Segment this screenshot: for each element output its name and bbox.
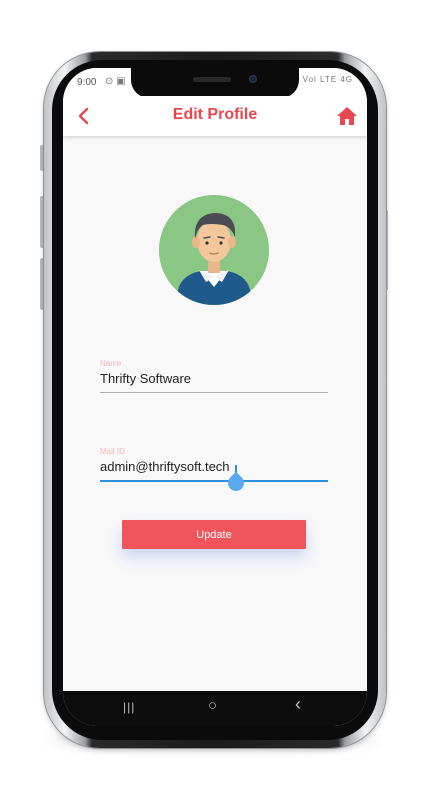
- home-icon: [337, 107, 357, 125]
- system-navigation-bar: ||| ○ ‹: [63, 691, 367, 726]
- alarm-icon: ⊙: [105, 76, 114, 87]
- mail-underline: [100, 480, 328, 482]
- mail-label: Mail ID: [100, 447, 125, 456]
- name-field: Name: [100, 359, 328, 393]
- page-title: Edit Profile: [172, 106, 258, 123]
- status-network-text: Vol LTE 4G: [302, 75, 353, 84]
- system-back-button[interactable]: ‹: [295, 694, 301, 715]
- app-bar: Edit Profile: [63, 96, 367, 136]
- camera-notch: [131, 68, 299, 98]
- recents-button[interactable]: |||: [123, 700, 135, 714]
- name-input[interactable]: [100, 369, 328, 392]
- avatar-illustration: [159, 195, 269, 305]
- name-label: Name: [100, 359, 122, 368]
- mail-field: Mail ID: [100, 447, 328, 495]
- home-button[interactable]: [335, 104, 359, 128]
- mail-input[interactable]: [100, 457, 328, 480]
- phone-screen: 9:00 ⊙ ▣ Vol LTE 4G Edit Profile Name Th…: [63, 68, 367, 726]
- system-home-button[interactable]: ○: [208, 697, 217, 714]
- user-avatar: [159, 195, 269, 305]
- update-button[interactable]: Update: [122, 520, 306, 549]
- name-underline: [100, 392, 328, 393]
- earpiece-speaker: [193, 77, 231, 82]
- image-icon: ▣: [116, 76, 126, 87]
- front-camera: [249, 75, 257, 83]
- status-icons-left: ⊙ ▣: [105, 76, 126, 87]
- status-time: 9:00: [77, 77, 97, 88]
